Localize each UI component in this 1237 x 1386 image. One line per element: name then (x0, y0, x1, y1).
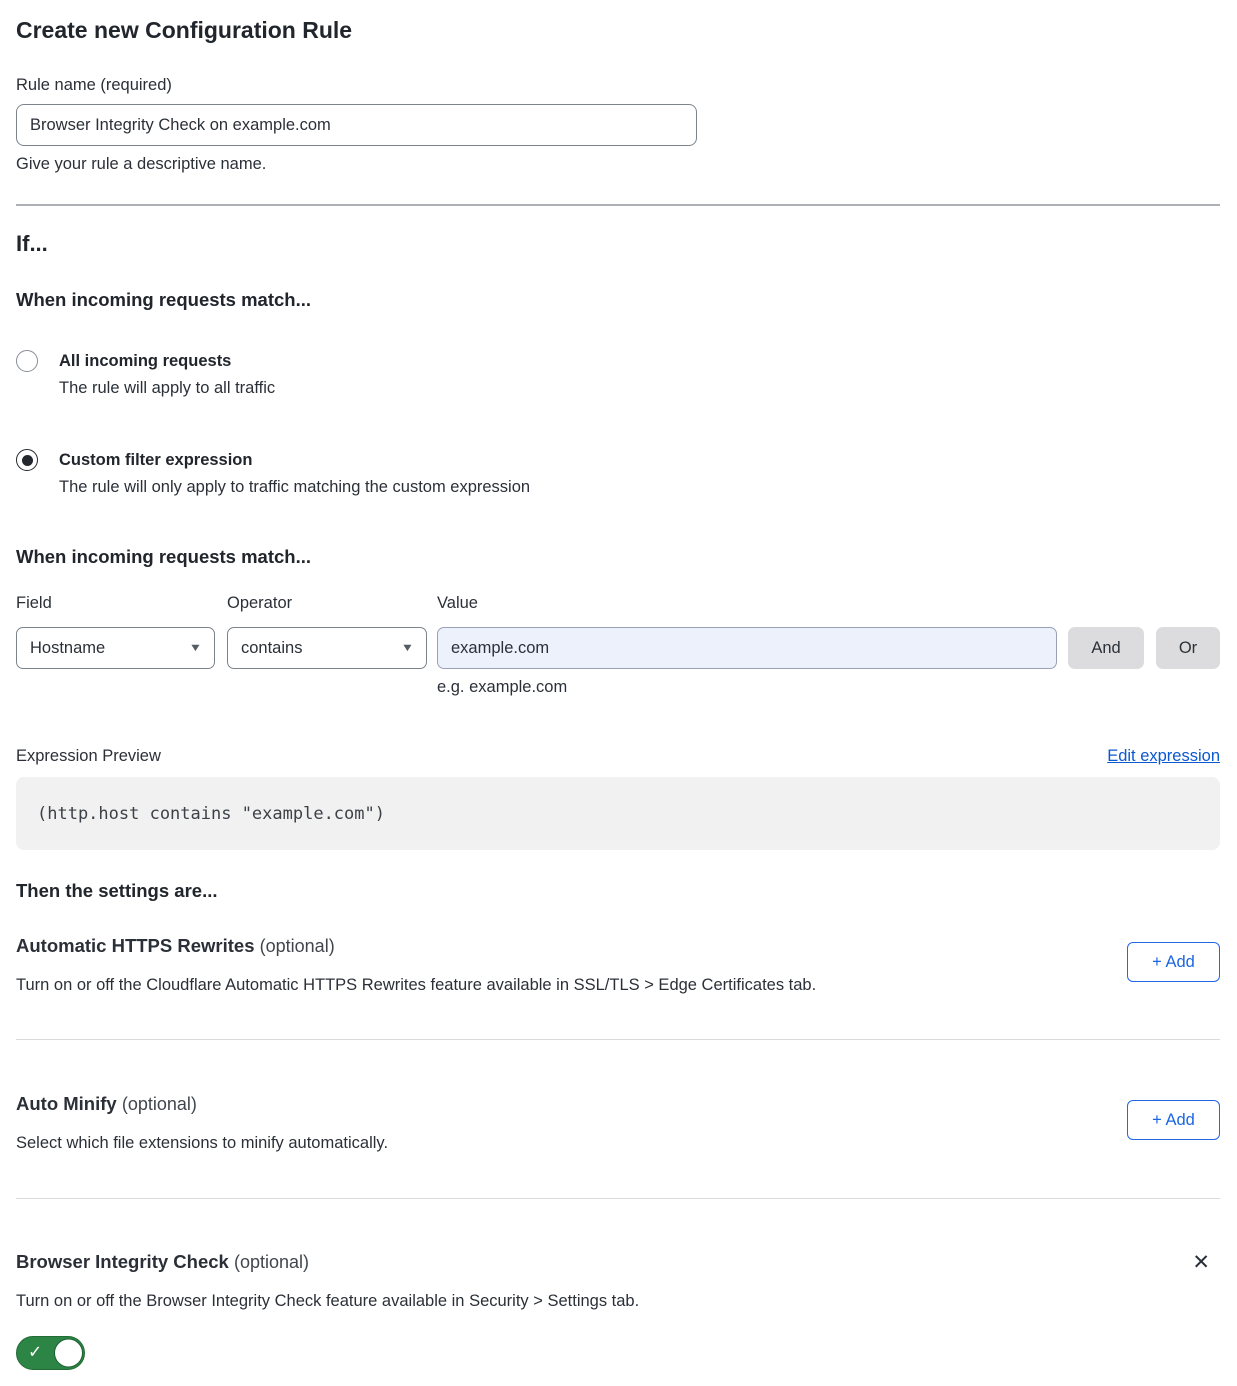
optional-tag: (optional) (122, 1094, 197, 1114)
rule-name-input[interactable] (16, 104, 697, 146)
setting-title-text: Browser Integrity Check (16, 1251, 229, 1272)
or-button[interactable]: Or (1156, 627, 1220, 669)
expression-preview-label: Expression Preview (16, 746, 161, 766)
operator-select[interactable]: contains ▼ (227, 627, 427, 669)
setting-browser-integrity-check: Browser Integrity Check (optional) Turn … (16, 1250, 1220, 1370)
setting-description: Select which file extensions to minify a… (16, 1133, 388, 1154)
optional-tag: (optional) (234, 1252, 309, 1272)
radio-option-description: The rule will only apply to traffic matc… (59, 477, 1220, 498)
expression-builder-row: Field Hostname ▼ Operator contains ▼ Val… (16, 593, 1220, 697)
optional-tag: (optional) (260, 936, 335, 956)
setting-title: Browser Integrity Check (optional) (16, 1250, 639, 1274)
value-input[interactable] (437, 627, 1057, 669)
setting-automatic-https-rewrites: Automatic HTTPS Rewrites (optional) Turn… (16, 934, 1220, 996)
add-https-rewrites-button[interactable]: + Add (1127, 942, 1220, 982)
operator-select-value: contains (241, 639, 302, 658)
value-help: e.g. example.com (437, 677, 1057, 697)
value-label: Value (437, 593, 1057, 613)
field-label: Field (16, 593, 215, 613)
operator-label: Operator (227, 593, 427, 613)
and-button[interactable]: And (1068, 627, 1144, 669)
section-divider (16, 1039, 1220, 1040)
spacer (1068, 593, 1144, 627)
chevron-down-icon: ▼ (189, 642, 203, 654)
radio-unselected-icon[interactable] (16, 350, 38, 372)
edit-expression-link[interactable]: Edit expression (1107, 747, 1220, 766)
then-settings-heading: Then the settings are... (16, 880, 1220, 902)
check-icon: ✓ (28, 1343, 42, 1363)
page-title: Create new Configuration Rule (16, 16, 1220, 44)
toggle-knob[interactable] (54, 1339, 83, 1368)
setting-description: Turn on or off the Browser Integrity Che… (16, 1291, 639, 1312)
setting-title-text: Automatic HTTPS Rewrites (16, 935, 255, 956)
when-match-heading: When incoming requests match... (16, 289, 1220, 311)
expression-builder-heading: When incoming requests match... (16, 546, 1220, 568)
setting-description: Turn on or off the Cloudflare Automatic … (16, 975, 816, 996)
setting-auto-minify: Auto Minify (optional) Select which file… (16, 1092, 1220, 1154)
radio-option-label: All incoming requests (59, 350, 1220, 372)
rule-name-label: Rule name (required) (16, 75, 1220, 95)
add-auto-minify-button[interactable]: + Add (1127, 1100, 1220, 1140)
radio-option-custom-filter[interactable]: Custom filter expression The rule will o… (16, 449, 1220, 498)
spacer (1156, 593, 1220, 627)
section-divider (16, 1198, 1220, 1199)
expression-code: (http.host contains "example.com") (37, 804, 385, 824)
radio-selected-icon[interactable] (16, 449, 38, 471)
setting-title-text: Auto Minify (16, 1093, 117, 1114)
rule-name-help: Give your rule a descriptive name. (16, 154, 1220, 174)
browser-integrity-check-toggle[interactable]: ✓ (16, 1336, 85, 1370)
field-select[interactable]: Hostname ▼ (16, 627, 215, 669)
radio-option-label: Custom filter expression (59, 449, 1220, 471)
radio-option-all-requests[interactable]: All incoming requests The rule will appl… (16, 350, 1220, 399)
if-heading: If... (16, 230, 1220, 257)
expression-preview-box: (http.host contains "example.com") (16, 777, 1220, 850)
radio-option-description: The rule will apply to all traffic (59, 378, 1220, 399)
expression-preview-header: Expression Preview Edit expression (16, 746, 1220, 766)
section-divider (16, 204, 1220, 206)
setting-title: Auto Minify (optional) (16, 1092, 388, 1116)
setting-title: Automatic HTTPS Rewrites (optional) (16, 934, 816, 958)
close-icon[interactable]: ✕ (1192, 1252, 1210, 1273)
chevron-down-icon: ▼ (401, 642, 415, 654)
field-select-value: Hostname (30, 639, 105, 658)
